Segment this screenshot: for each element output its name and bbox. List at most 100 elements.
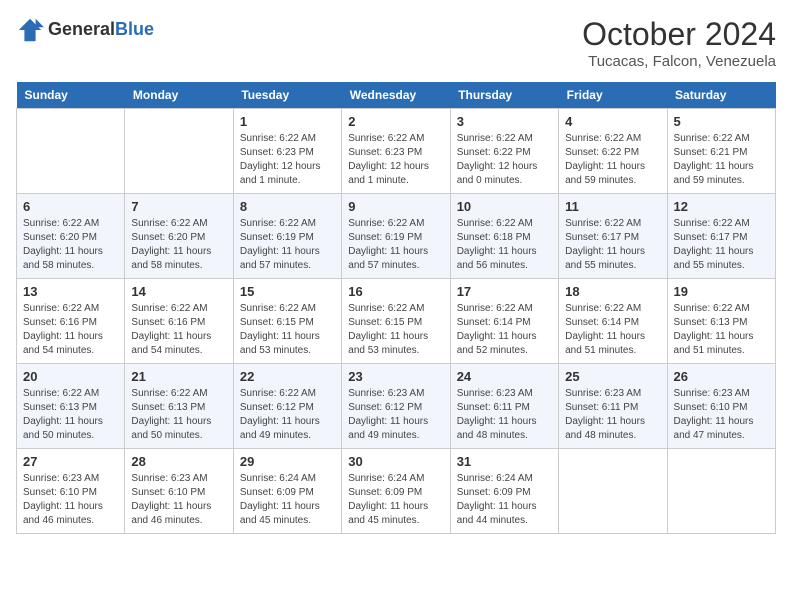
day-number: 21 bbox=[131, 369, 226, 384]
day-number: 24 bbox=[457, 369, 552, 384]
calendar-cell: 7Sunrise: 6:22 AM Sunset: 6:20 PM Daylig… bbox=[125, 194, 233, 279]
day-info: Sunrise: 6:22 AM Sunset: 6:12 PM Dayligh… bbox=[240, 387, 335, 443]
day-info: Sunrise: 6:22 AM Sunset: 6:17 PM Dayligh… bbox=[565, 217, 660, 273]
calendar-cell: 14 Sunrise: 6:22 AM Sunset: 6:16 PM Dayli… bbox=[125, 279, 233, 364]
calendar-cell: 31Sunrise: 6:24 AM Sunset: 6:09 PM Dayli… bbox=[450, 449, 558, 534]
day-info: Sunrise: 6:22 AM Sunset: 6:23 PM Dayligh… bbox=[348, 132, 443, 188]
day-info: Sunrise: 6:22 AM Sunset: 6:13 PM Dayligh… bbox=[131, 387, 226, 443]
calendar-cell bbox=[17, 109, 125, 194]
calendar-week-row: 1 Sunrise: 6:22 AM Sunset: 6:23 PM Daylig… bbox=[17, 109, 776, 194]
day-info: Sunrise: 6:22 AM Sunset: 6:16 PM Dayligh… bbox=[23, 302, 118, 358]
day-number: 8 bbox=[240, 199, 335, 214]
calendar-cell: 22 Sunrise: 6:22 AM Sunset: 6:12 PM Dayli… bbox=[233, 364, 341, 449]
day-number: 23 bbox=[348, 369, 443, 384]
day-header-friday: Friday bbox=[559, 82, 667, 109]
day-number: 1 bbox=[240, 114, 335, 129]
day-info: Sunrise: 6:22 AM Sunset: 6:19 PM Dayligh… bbox=[348, 217, 443, 273]
calendar-cell: 11 Sunrise: 6:22 AM Sunset: 6:17 PM Dayli… bbox=[559, 194, 667, 279]
day-number: 19 bbox=[674, 284, 769, 299]
day-header-sunday: Sunday bbox=[17, 82, 125, 109]
day-number: 14 bbox=[131, 284, 226, 299]
calendar-cell: 9 Sunrise: 6:22 AM Sunset: 6:19 PM Daylig… bbox=[342, 194, 450, 279]
day-info: Sunrise: 6:23 AM Sunset: 6:11 PM Dayligh… bbox=[565, 387, 660, 443]
day-number: 27 bbox=[23, 454, 118, 469]
calendar-cell: 30 Sunrise: 6:24 AM Sunset: 6:09 PM Dayli… bbox=[342, 449, 450, 534]
calendar-cell: 16 Sunrise: 6:22 AM Sunset: 6:15 PM Dayli… bbox=[342, 279, 450, 364]
day-info: Sunrise: 6:24 AM Sunset: 6:09 PM Dayligh… bbox=[240, 472, 335, 528]
calendar-cell: 18 Sunrise: 6:22 AM Sunset: 6:14 PM Dayli… bbox=[559, 279, 667, 364]
calendar-week-row: 13 Sunrise: 6:22 AM Sunset: 6:16 PM Dayli… bbox=[17, 279, 776, 364]
calendar-cell: 26 Sunrise: 6:23 AM Sunset: 6:10 PM Dayli… bbox=[667, 364, 775, 449]
calendar-cell: 17 Sunrise: 6:22 AM Sunset: 6:14 PM Dayli… bbox=[450, 279, 558, 364]
day-info: Sunrise: 6:22 AM Sunset: 6:19 PM Dayligh… bbox=[240, 217, 335, 273]
day-number: 13 bbox=[23, 284, 118, 299]
day-info: Sunrise: 6:23 AM Sunset: 6:10 PM Dayligh… bbox=[23, 472, 118, 528]
day-info: Sunrise: 6:24 AM Sunset: 6:09 PM Dayligh… bbox=[457, 472, 552, 528]
logo-general: GeneralBlue bbox=[48, 20, 154, 40]
day-number: 4 bbox=[565, 114, 660, 129]
calendar-cell bbox=[125, 109, 233, 194]
day-number: 26 bbox=[674, 369, 769, 384]
calendar-cell bbox=[559, 449, 667, 534]
day-info: Sunrise: 6:24 AM Sunset: 6:09 PM Dayligh… bbox=[348, 472, 443, 528]
day-info: Sunrise: 6:22 AM Sunset: 6:13 PM Dayligh… bbox=[23, 387, 118, 443]
calendar-cell: 19Sunrise: 6:22 AM Sunset: 6:13 PM Dayli… bbox=[667, 279, 775, 364]
day-number: 6 bbox=[23, 199, 118, 214]
calendar-cell: 4 Sunrise: 6:22 AM Sunset: 6:22 PM Daylig… bbox=[559, 109, 667, 194]
logo-icon bbox=[16, 16, 44, 44]
day-info: Sunrise: 6:22 AM Sunset: 6:21 PM Dayligh… bbox=[674, 132, 769, 188]
day-info: Sunrise: 6:22 AM Sunset: 6:16 PM Dayligh… bbox=[131, 302, 226, 358]
day-number: 17 bbox=[457, 284, 552, 299]
day-number: 25 bbox=[565, 369, 660, 384]
day-info: Sunrise: 6:23 AM Sunset: 6:10 PM Dayligh… bbox=[674, 387, 769, 443]
logo: GeneralBlue bbox=[16, 16, 154, 44]
calendar-cell: 23 Sunrise: 6:23 AM Sunset: 6:12 PM Dayli… bbox=[342, 364, 450, 449]
calendar-cell: 2Sunrise: 6:22 AM Sunset: 6:23 PM Daylig… bbox=[342, 109, 450, 194]
calendar-cell: 12Sunrise: 6:22 AM Sunset: 6:17 PM Dayli… bbox=[667, 194, 775, 279]
calendar-table: SundayMondayTuesdayWednesdayThursdayFrid… bbox=[16, 82, 776, 534]
title-block: October 2024 Tucacas, Falcon, Venezuela bbox=[582, 16, 776, 70]
day-info: Sunrise: 6:22 AM Sunset: 6:14 PM Dayligh… bbox=[457, 302, 552, 358]
calendar-cell: 3 Sunrise: 6:22 AM Sunset: 6:22 PM Daylig… bbox=[450, 109, 558, 194]
calendar-cell: 25 Sunrise: 6:23 AM Sunset: 6:11 PM Dayli… bbox=[559, 364, 667, 449]
day-info: Sunrise: 6:22 AM Sunset: 6:20 PM Dayligh… bbox=[23, 217, 118, 273]
calendar-title: October 2024 bbox=[582, 16, 776, 53]
day-info: Sunrise: 6:23 AM Sunset: 6:12 PM Dayligh… bbox=[348, 387, 443, 443]
calendar-cell: 10Sunrise: 6:22 AM Sunset: 6:18 PM Dayli… bbox=[450, 194, 558, 279]
calendar-cell bbox=[667, 449, 775, 534]
day-number: 11 bbox=[565, 199, 660, 214]
calendar-cell: 13 Sunrise: 6:22 AM Sunset: 6:16 PM Dayli… bbox=[17, 279, 125, 364]
day-number: 16 bbox=[348, 284, 443, 299]
day-number: 7 bbox=[131, 199, 226, 214]
day-number: 3 bbox=[457, 114, 552, 129]
day-number: 29 bbox=[240, 454, 335, 469]
calendar-cell: 29 Sunrise: 6:24 AM Sunset: 6:09 PM Dayli… bbox=[233, 449, 341, 534]
day-number: 5 bbox=[674, 114, 769, 129]
day-header-thursday: Thursday bbox=[450, 82, 558, 109]
calendar-cell: 6 Sunrise: 6:22 AM Sunset: 6:20 PM Daylig… bbox=[17, 194, 125, 279]
calendar-subtitle: Tucacas, Falcon, Venezuela bbox=[582, 53, 776, 70]
calendar-body: 1 Sunrise: 6:22 AM Sunset: 6:23 PM Daylig… bbox=[17, 109, 776, 534]
day-info: Sunrise: 6:22 AM Sunset: 6:22 PM Dayligh… bbox=[565, 132, 660, 188]
day-info: Sunrise: 6:22 AM Sunset: 6:15 PM Dayligh… bbox=[348, 302, 443, 358]
day-number: 30 bbox=[348, 454, 443, 469]
day-info: Sunrise: 6:22 AM Sunset: 6:18 PM Dayligh… bbox=[457, 217, 552, 273]
day-number: 22 bbox=[240, 369, 335, 384]
calendar-week-row: 20 Sunrise: 6:22 AM Sunset: 6:13 PM Dayli… bbox=[17, 364, 776, 449]
day-number: 9 bbox=[348, 199, 443, 214]
day-info: Sunrise: 6:22 AM Sunset: 6:15 PM Dayligh… bbox=[240, 302, 335, 358]
calendar-cell: 8 Sunrise: 6:22 AM Sunset: 6:19 PM Daylig… bbox=[233, 194, 341, 279]
calendar-header-row: SundayMondayTuesdayWednesdayThursdayFrid… bbox=[17, 82, 776, 109]
day-info: Sunrise: 6:22 AM Sunset: 6:14 PM Dayligh… bbox=[565, 302, 660, 358]
calendar-cell: 15Sunrise: 6:22 AM Sunset: 6:15 PM Dayli… bbox=[233, 279, 341, 364]
day-info: Sunrise: 6:23 AM Sunset: 6:10 PM Dayligh… bbox=[131, 472, 226, 528]
day-info: Sunrise: 6:23 AM Sunset: 6:11 PM Dayligh… bbox=[457, 387, 552, 443]
day-number: 28 bbox=[131, 454, 226, 469]
day-header-monday: Monday bbox=[125, 82, 233, 109]
day-number: 20 bbox=[23, 369, 118, 384]
day-header-tuesday: Tuesday bbox=[233, 82, 341, 109]
day-info: Sunrise: 6:22 AM Sunset: 6:22 PM Dayligh… bbox=[457, 132, 552, 188]
calendar-cell: 20 Sunrise: 6:22 AM Sunset: 6:13 PM Dayli… bbox=[17, 364, 125, 449]
calendar-cell: 27 Sunrise: 6:23 AM Sunset: 6:10 PM Dayli… bbox=[17, 449, 125, 534]
day-number: 18 bbox=[565, 284, 660, 299]
